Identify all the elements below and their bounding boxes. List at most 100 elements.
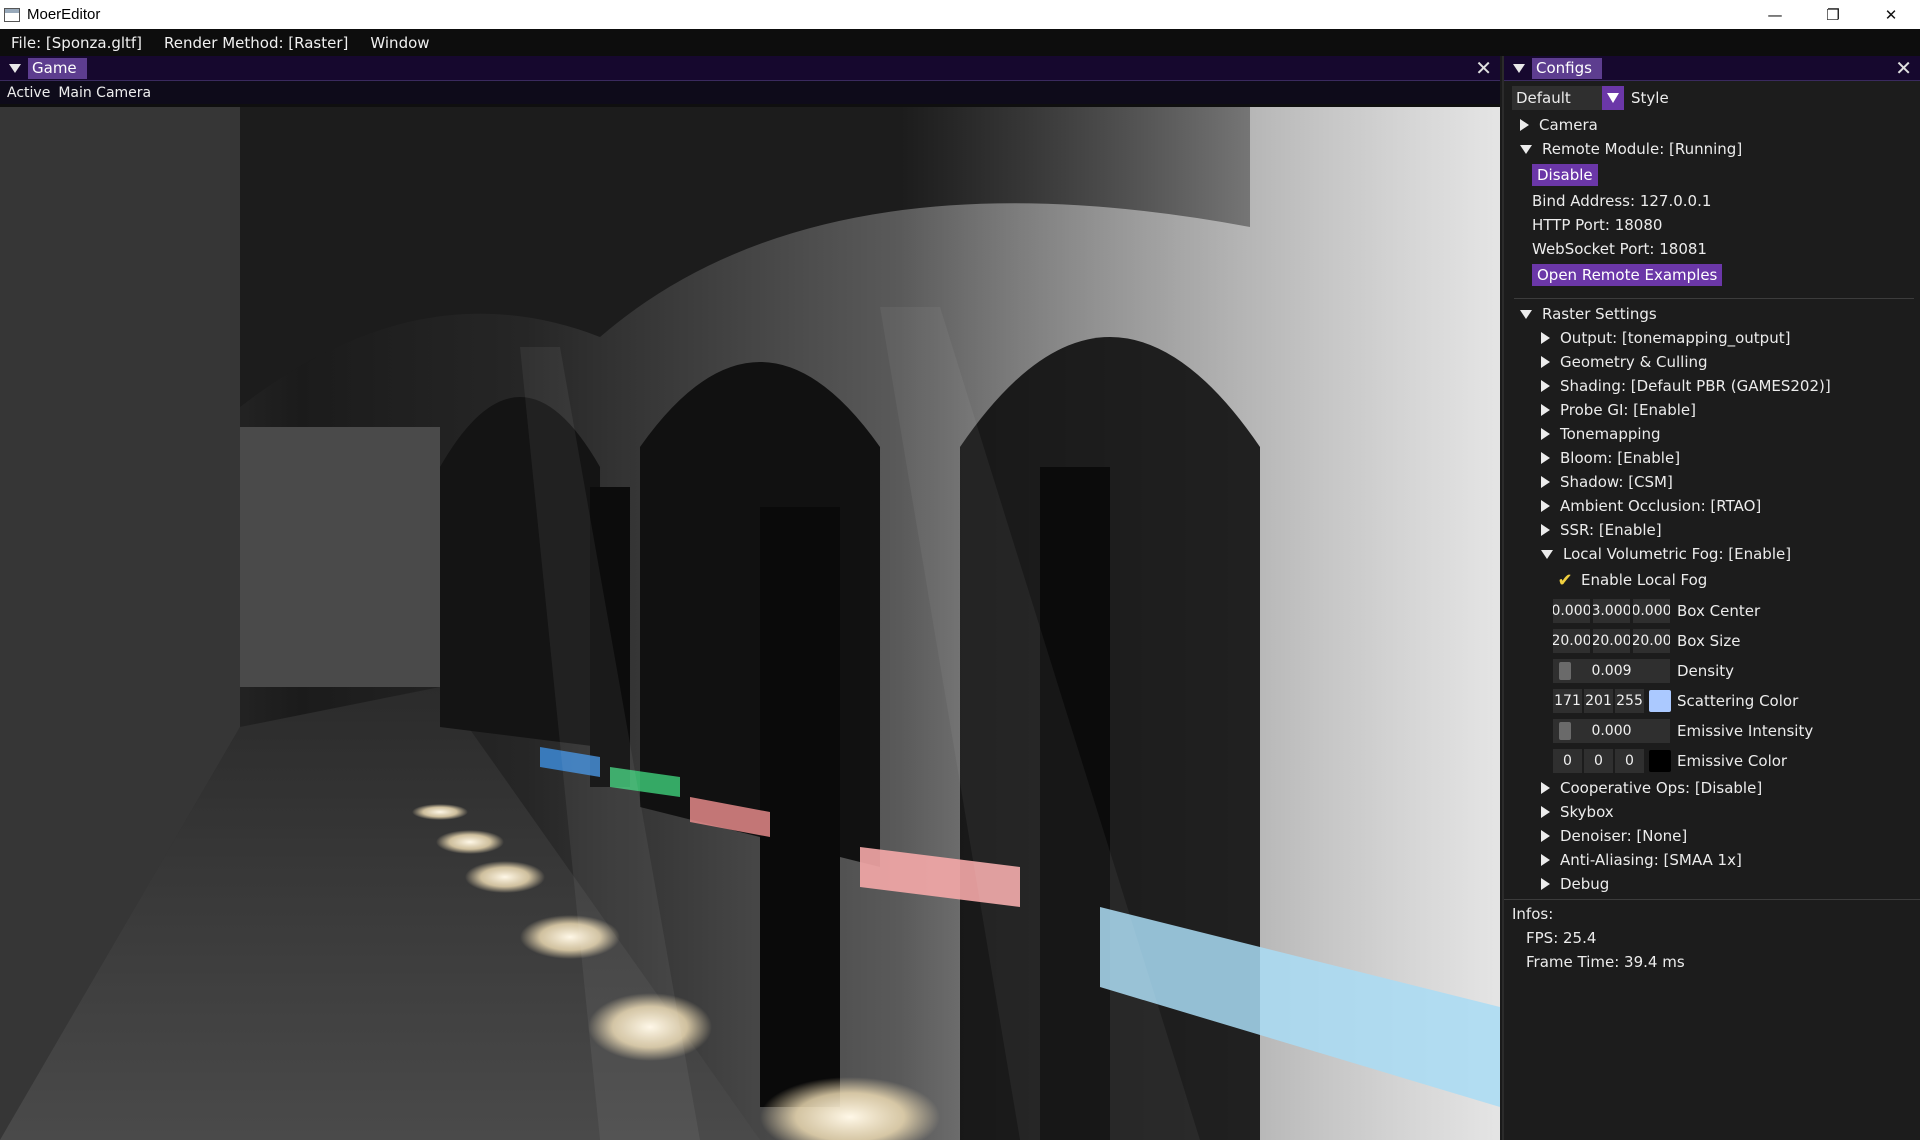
raster-item-label: Geometry & Culling — [1560, 353, 1708, 371]
box-center-z-input[interactable]: 0.000 — [1633, 599, 1670, 623]
remote-module-section[interactable]: Remote Module: [Running] — [1520, 138, 1742, 160]
expand-right-icon — [1541, 452, 1550, 464]
raster-item-label: Anti-Aliasing: [SMAA 1x] — [1560, 851, 1742, 869]
emissive-r-input[interactable]: 0 — [1553, 749, 1582, 773]
emissive-intensity-label: Emissive Intensity — [1677, 722, 1814, 740]
raster-item-tonemapping[interactable]: Tonemapping — [1541, 423, 1661, 445]
minimize-button[interactable]: — — [1746, 0, 1804, 29]
scattering-color-swatch[interactable] — [1649, 690, 1671, 712]
raster-item-label: Debug — [1560, 875, 1610, 893]
remote-module-label: Remote Module: [Running] — [1542, 140, 1743, 158]
expand-right-icon — [1541, 830, 1550, 842]
emissive-intensity-slider[interactable]: 0.000 — [1553, 719, 1670, 743]
separator — [1504, 899, 1920, 900]
local-fog-section[interactable]: Local Volumetric Fog: [Enable] — [1541, 543, 1791, 565]
box-size-label: Box Size — [1677, 632, 1741, 650]
websocket-port: WebSocket Port: 18081 — [1532, 240, 1707, 258]
tab-game[interactable]: Game — [28, 57, 87, 79]
style-select-value: Default — [1516, 89, 1571, 107]
active-label: Active — [7, 84, 51, 101]
box-size-y-input[interactable]: 20.00 — [1593, 629, 1630, 653]
menu-window[interactable]: Window — [359, 34, 440, 52]
raster-item-debug[interactable]: Debug — [1541, 873, 1609, 895]
restore-button[interactable]: ❐ — [1804, 0, 1862, 29]
menu-bar: File: [Sponza.gltf] Render Method: [Rast… — [0, 29, 1920, 56]
camera-section[interactable]: Camera — [1520, 114, 1598, 136]
disable-row: Disable — [1532, 164, 1598, 186]
game-panel: Game ✕ Active Main Camera — [0, 56, 1500, 1140]
open-examples-row: Open Remote Examples — [1532, 264, 1723, 286]
raster-item-anti-aliasing[interactable]: Anti-Aliasing: [SMAA 1x] — [1541, 849, 1742, 871]
raster-item-label: Cooperative Ops: [Disable] — [1560, 779, 1763, 797]
raster-item-label: Shading: [Default PBR (GAMES202)] — [1560, 377, 1831, 395]
density-label: Density — [1677, 662, 1735, 680]
enable-local-fog-label: Enable Local Fog — [1581, 571, 1708, 589]
raster-item-shading[interactable]: Shading: [Default PBR (GAMES202)] — [1541, 375, 1831, 397]
box-center-x-input[interactable]: 0.000 — [1553, 599, 1590, 623]
expand-right-icon — [1541, 806, 1550, 818]
expand-right-icon — [1541, 500, 1550, 512]
separator — [1514, 298, 1914, 299]
box-size-row: 20.00 20.00 20.00 Box Size — [1553, 629, 1740, 653]
expand-down-icon — [1520, 309, 1532, 319]
raster-item-shadow[interactable]: Shadow: [CSM] — [1541, 471, 1673, 493]
window-controls: — ❐ ✕ — [1746, 0, 1920, 29]
open-remote-examples-button[interactable]: Open Remote Examples — [1532, 264, 1723, 286]
title-bar: MoerEditor — ❐ ✕ — [0, 0, 1920, 29]
expand-right-icon — [1541, 332, 1550, 344]
raster-item-denoiser[interactable]: Denoiser: [None] — [1541, 825, 1687, 847]
disable-button[interactable]: Disable — [1532, 164, 1598, 186]
style-select[interactable]: Default — [1512, 86, 1602, 110]
raster-item-label: Shadow: [CSM] — [1560, 473, 1673, 491]
collapse-triangle-icon[interactable] — [9, 63, 21, 73]
app-icon — [4, 7, 20, 22]
expand-right-icon — [1541, 380, 1550, 392]
emissive-intensity-row: 0.000 Emissive Intensity — [1553, 719, 1813, 743]
expand-right-icon — [1541, 476, 1550, 488]
emissive-color-swatch[interactable] — [1649, 750, 1671, 772]
checkmark-icon[interactable]: ✔ — [1553, 568, 1577, 592]
collapse-triangle-icon[interactable] — [1513, 63, 1525, 73]
raster-settings-section[interactable]: Raster Settings — [1520, 303, 1657, 325]
raster-item-label: Probe GI: [Enable] — [1560, 401, 1696, 419]
expand-right-icon — [1541, 878, 1550, 890]
raster-item-ssr[interactable]: SSR: [Enable] — [1541, 519, 1662, 541]
raster-item-geometry[interactable]: Geometry & Culling — [1541, 351, 1708, 373]
infos-header: Infos: — [1512, 905, 1554, 923]
menu-file[interactable]: File: [Sponza.gltf] — [0, 34, 153, 52]
raster-item-ambient-occlusion[interactable]: Ambient Occlusion: [RTAO] — [1541, 495, 1761, 517]
box-size-z-input[interactable]: 20.00 — [1633, 629, 1670, 653]
close-icon[interactable]: ✕ — [1475, 58, 1492, 78]
scattering-b-input[interactable]: 255 — [1615, 689, 1644, 713]
scattering-r-input[interactable]: 171 — [1553, 689, 1582, 713]
density-value: 0.009 — [1591, 663, 1632, 679]
close-button[interactable]: ✕ — [1862, 0, 1920, 29]
bind-address: Bind Address: 127.0.0.1 — [1532, 192, 1712, 210]
raster-item-cooperative-ops[interactable]: Cooperative Ops: [Disable] — [1541, 777, 1762, 799]
raster-item-probe-gi[interactable]: Probe GI: [Enable] — [1541, 399, 1696, 421]
game-viewport[interactable] — [0, 107, 1500, 1140]
raster-item-label: Tonemapping — [1560, 425, 1661, 443]
scattering-color-label: Scattering Color — [1677, 692, 1799, 710]
camera-label: Main Camera — [58, 84, 152, 101]
expand-right-icon — [1541, 854, 1550, 866]
box-center-row: 0.000 3.000 0.000 Box Center — [1553, 599, 1760, 623]
scattering-g-input[interactable]: 201 — [1584, 689, 1613, 713]
raster-item-output[interactable]: Output: [tonemapping_output] — [1541, 327, 1790, 349]
window-title: MoerEditor — [27, 6, 101, 23]
emissive-g-input[interactable]: 0 — [1584, 749, 1613, 773]
emissive-intensity-value: 0.000 — [1591, 723, 1632, 739]
density-slider[interactable]: 0.009 — [1553, 659, 1670, 683]
emissive-b-input[interactable]: 0 — [1615, 749, 1644, 773]
raster-item-skybox[interactable]: Skybox — [1541, 801, 1614, 823]
menu-render-method[interactable]: Render Method: [Raster] — [153, 34, 359, 52]
dropdown-arrow-icon[interactable] — [1602, 86, 1624, 110]
game-subbar: Active Main Camera — [0, 81, 1500, 104]
raster-item-label: Output: [tonemapping_output] — [1560, 329, 1791, 347]
tab-configs[interactable]: Configs — [1532, 57, 1602, 79]
camera-label: Camera — [1539, 116, 1598, 134]
box-size-x-input[interactable]: 20.00 — [1553, 629, 1590, 653]
raster-item-bloom[interactable]: Bloom: [Enable] — [1541, 447, 1680, 469]
box-center-y-input[interactable]: 3.000 — [1593, 599, 1630, 623]
close-icon[interactable]: ✕ — [1895, 58, 1912, 78]
